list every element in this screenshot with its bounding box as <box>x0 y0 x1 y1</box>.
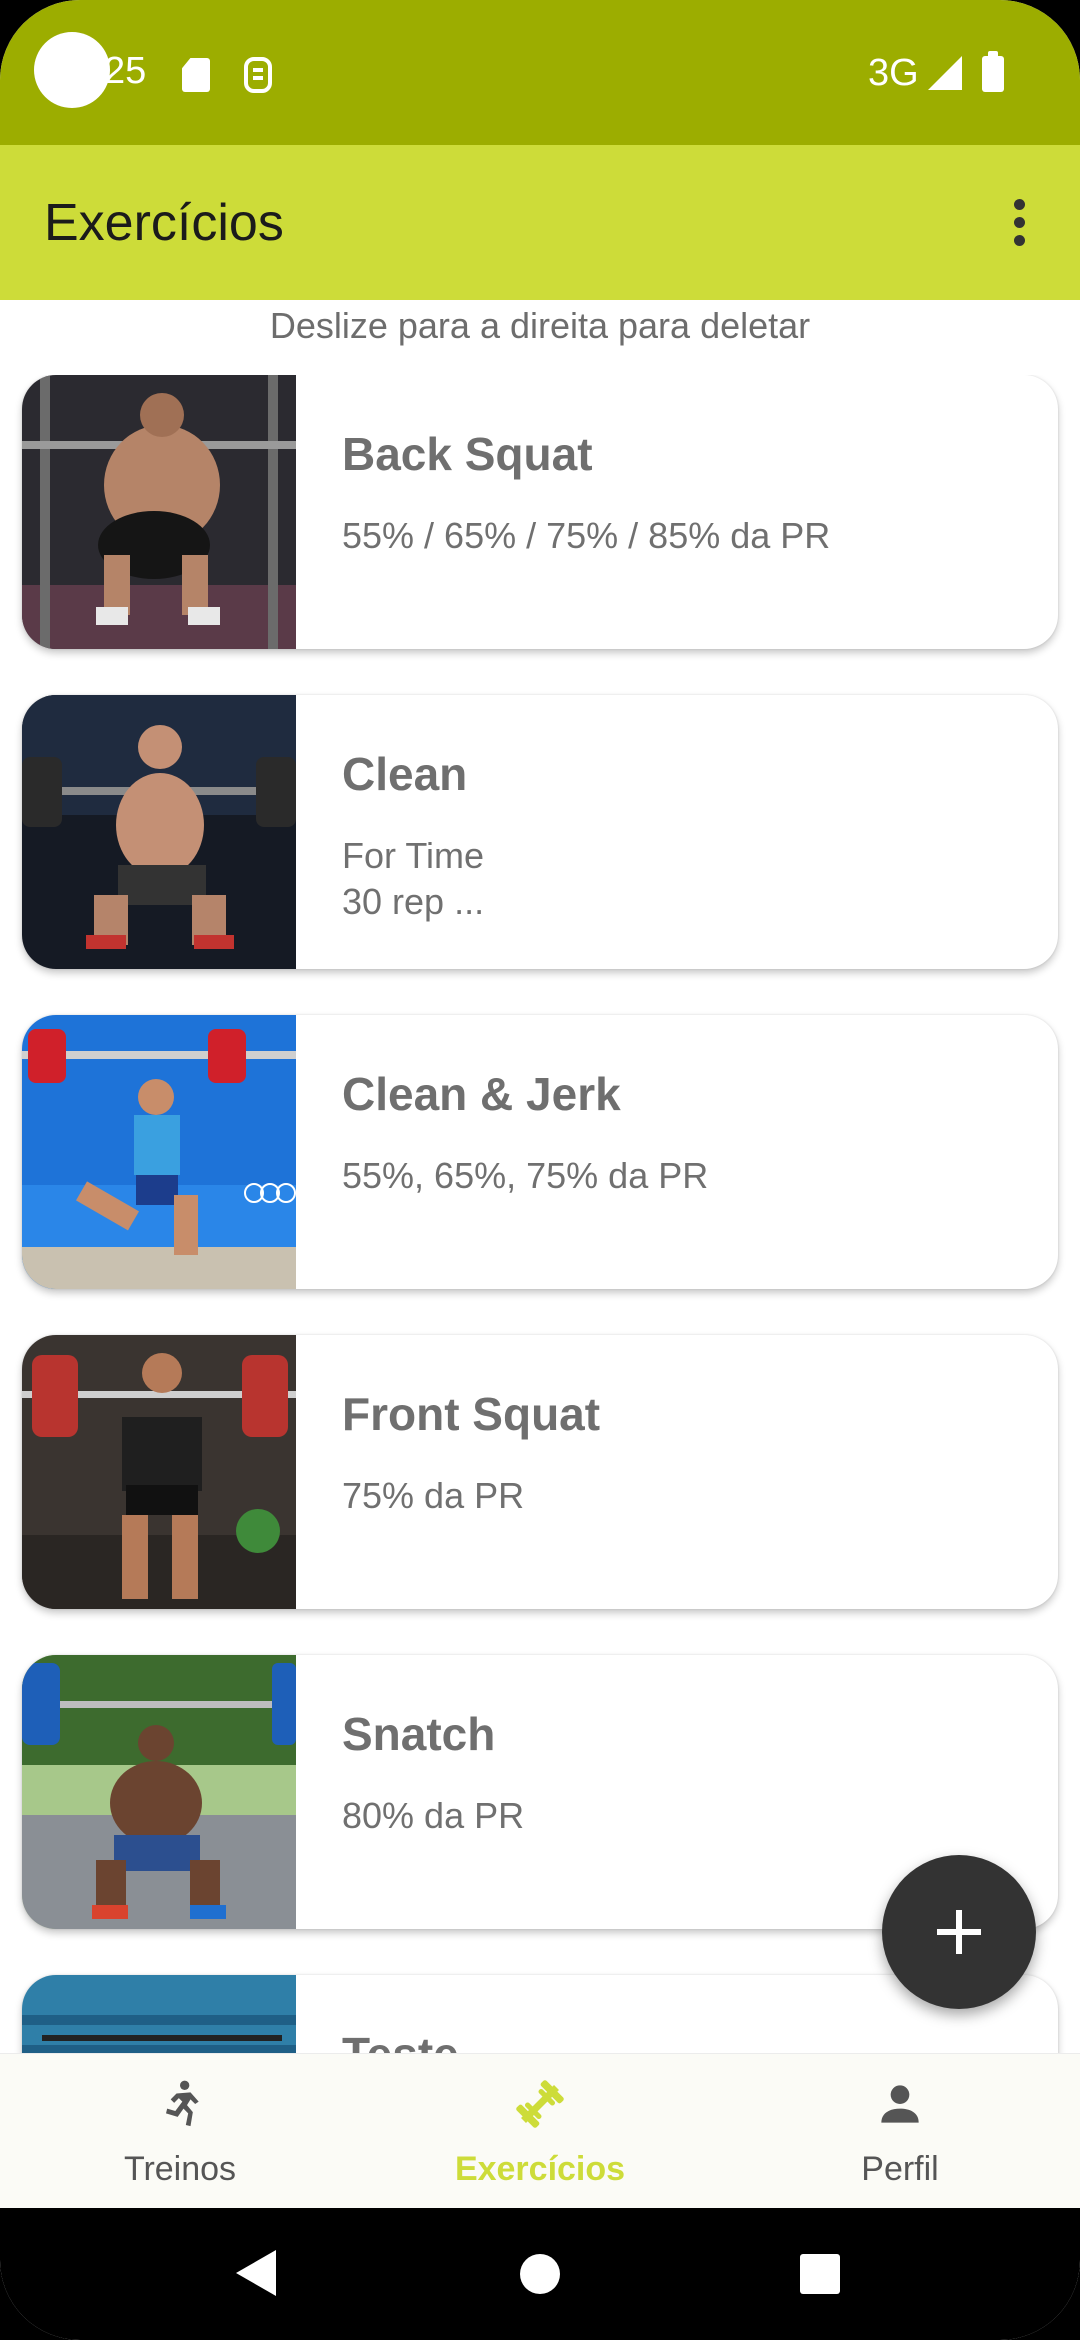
add-exercise-button[interactable] <box>882 1855 1036 2009</box>
bottom-navigation: Treinos Exercícios Perfil <box>0 2053 1080 2208</box>
dumbbell-icon <box>516 2080 564 2128</box>
nav-label: Treinos <box>123 2150 237 2188</box>
plus-icon <box>937 1910 981 1954</box>
exercise-description: 80% da PR <box>342 1795 525 1836</box>
exercise-thumbnail <box>22 1975 296 2053</box>
exercise-card[interactable]: Clean For Time 30 rep ... <box>22 695 1058 969</box>
exercise-thumbnail <box>22 1335 296 1609</box>
run-icon <box>166 2080 199 2127</box>
person-icon <box>881 2085 919 2123</box>
status-time: 25 <box>104 50 147 92</box>
app-bar: Exercícios <box>0 145 1080 300</box>
recents-icon[interactable] <box>800 2254 840 2294</box>
sd-card-icon <box>182 58 210 92</box>
signal-icon <box>928 56 962 90</box>
exercise-description: For Time 30 rep ... <box>342 835 485 922</box>
exercise-description: 75% da PR <box>342 1475 525 1516</box>
exercise-thumbnail <box>22 1015 296 1289</box>
exercise-card[interactable]: Clean & Jerk 55%, 65%, 75% da PR <box>22 1015 1058 1289</box>
back-icon[interactable] <box>236 2250 276 2296</box>
exercise-title: Clean & Jerk <box>342 1068 621 1120</box>
exercise-title: Snatch <box>342 1708 496 1760</box>
exercise-thumbnail <box>22 1655 296 1929</box>
home-icon[interactable] <box>520 2254 560 2294</box>
nav-label: Perfil <box>861 2150 939 2188</box>
exercise-thumbnail <box>22 695 296 969</box>
exercise-card[interactable]: Teste <box>22 1975 1058 2053</box>
nav-item-exercicios[interactable]: Exercícios <box>360 2054 720 2209</box>
system-navigation-bar <box>0 2208 1080 2340</box>
notification-icon <box>244 57 272 93</box>
exercise-description: 55% / 65% / 75% / 85% da PR <box>342 515 831 556</box>
swipe-hint: Deslize para a direita para deletar <box>269 305 811 346</box>
exercise-title: Clean <box>342 748 468 800</box>
exercise-list[interactable]: Back Squat 55% / 65% / 75% / 85% da PR C… <box>0 375 1080 2053</box>
camera-cutout <box>34 32 110 108</box>
exercise-title: Front Squat <box>342 1388 601 1440</box>
exercise-description: 55%, 65%, 75% da PR <box>342 1155 709 1196</box>
battery-icon <box>982 51 1004 92</box>
page-title: Exercícios <box>44 194 284 252</box>
network-type: 3G <box>868 52 919 94</box>
exercise-card[interactable]: Front Squat 75% da PR <box>22 1335 1058 1609</box>
exercise-title: Back Squat <box>342 428 593 480</box>
nav-item-perfil[interactable]: Perfil <box>720 2054 1080 2209</box>
nav-label: Exercícios <box>454 2150 626 2188</box>
more-options-icon[interactable] <box>1000 195 1040 251</box>
exercise-thumbnail <box>22 375 296 649</box>
status-bar: 25 3G <box>0 0 1080 145</box>
app-screen: 25 3G Exercícios Deslize para a direita … <box>0 0 1080 2340</box>
exercise-title: Teste <box>342 2027 459 2053</box>
nav-item-treinos[interactable]: Treinos <box>0 2054 360 2209</box>
exercise-card[interactable]: Back Squat 55% / 65% / 75% / 85% da PR <box>22 375 1058 649</box>
